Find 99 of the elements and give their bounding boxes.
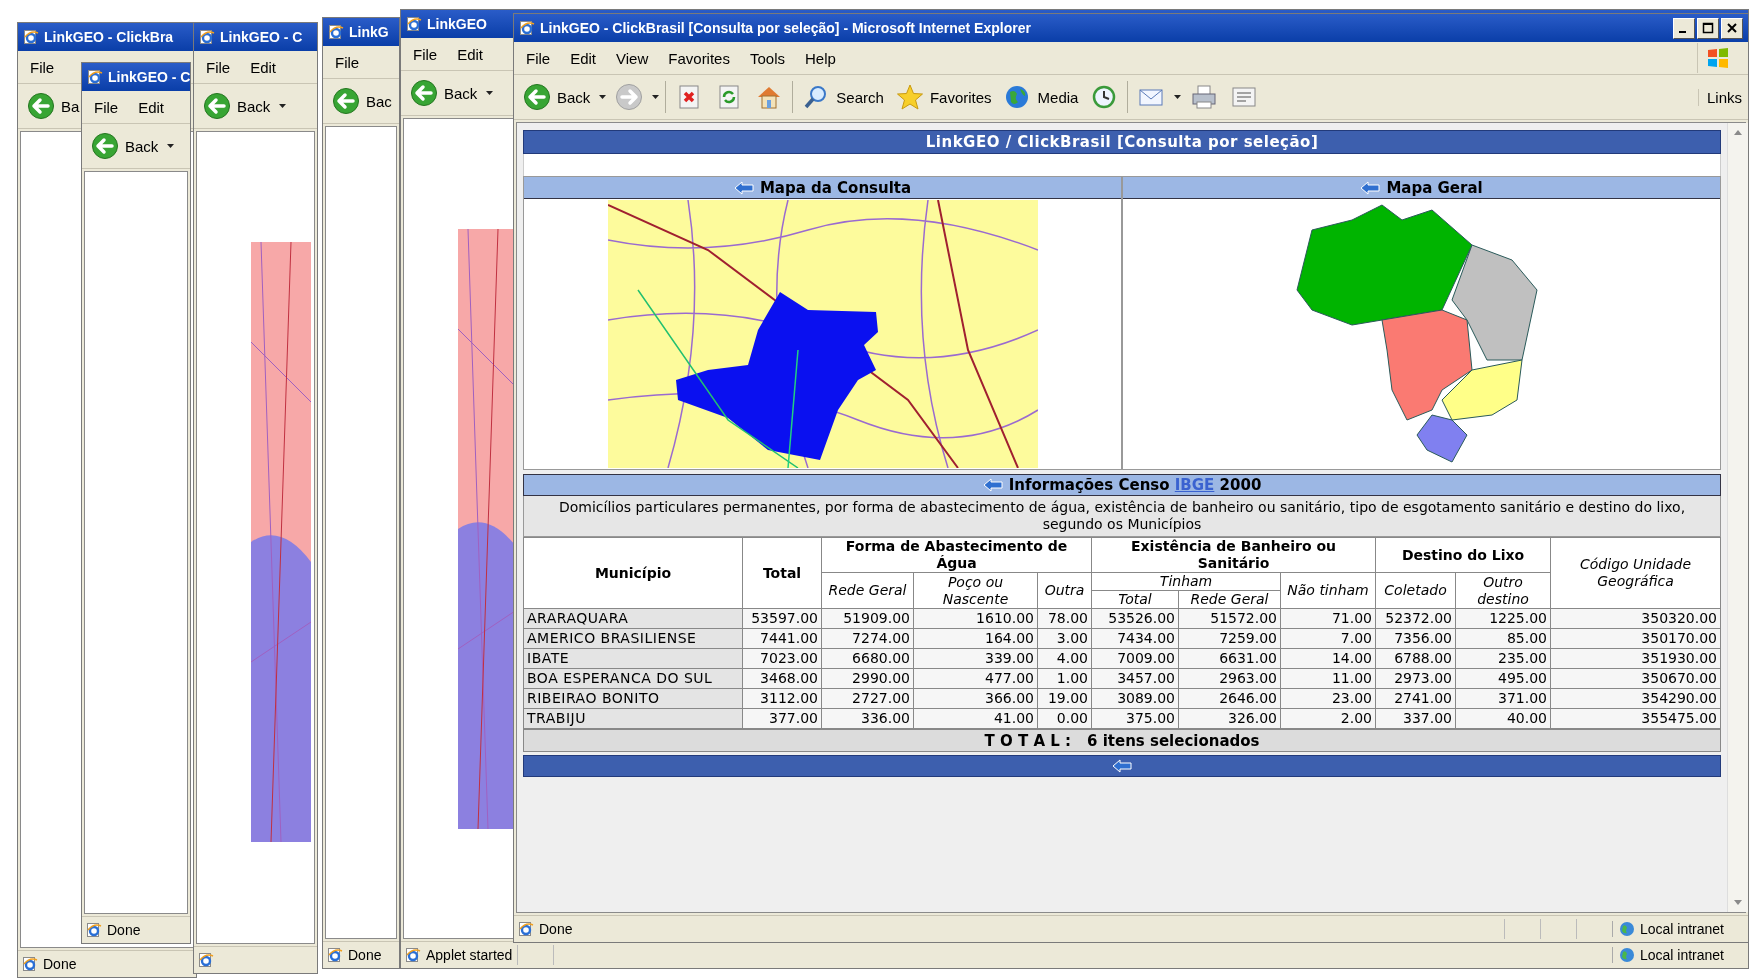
browser-icon (86, 922, 102, 938)
status-text: Applet started (426, 947, 513, 963)
browser-icon (87, 69, 103, 85)
browser-icon (23, 29, 39, 45)
browser-icon (22, 956, 38, 972)
column-header: Não tinham (1280, 572, 1376, 609)
table-cell: BOA ESPERANCA DO SUL (523, 668, 743, 689)
globe-icon (1618, 947, 1635, 963)
close-icon (1726, 22, 1738, 34)
back-button[interactable]: Back (520, 81, 594, 113)
table-cell: RIBEIRAO BONITO (523, 688, 743, 709)
status-text: Done (43, 956, 77, 972)
column-header: Rede Geral (821, 572, 914, 609)
caret-icon (279, 104, 287, 108)
left-arrow-icon (982, 478, 1003, 492)
panel-title: Mapa da Consulta (759, 178, 912, 197)
caret-icon (599, 95, 607, 99)
back-button[interactable]: Back (200, 90, 274, 122)
globe-icon (1618, 921, 1635, 937)
back-button[interactable]: Back (88, 130, 162, 162)
window-title: LinkGEO - C (108, 69, 190, 85)
column-header: Município (523, 537, 743, 609)
column-header: Outra (1037, 572, 1092, 609)
browser-icon (405, 947, 421, 963)
browser-icon (519, 20, 535, 36)
caret-icon (486, 91, 494, 95)
browser-icon (327, 947, 343, 963)
menu-item[interactable]: File (333, 51, 362, 73)
back-button[interactable]: Ba (24, 90, 83, 122)
column-header: Total (742, 537, 822, 609)
media-button[interactable]: Media (1000, 81, 1082, 113)
caret-icon (1174, 95, 1182, 99)
column-header: Coletado (1375, 572, 1456, 609)
favorites-button[interactable]: Favorites (892, 81, 995, 113)
menu-item[interactable]: View (614, 47, 651, 69)
maximize-button[interactable] (1697, 17, 1719, 39)
menu-item[interactable]: File (204, 56, 233, 78)
column-header: Forma de Abastecimento de Água (821, 537, 1092, 573)
zone-text: Local intranet (1639, 921, 1724, 937)
menu-item[interactable]: File (28, 56, 57, 78)
menu-item[interactable]: Edit (568, 47, 599, 69)
browser-icon (518, 921, 534, 937)
status-text: Done (107, 922, 141, 938)
window-title: LinkGEO - C (220, 29, 303, 45)
maximize-icon (1702, 22, 1714, 34)
menu-item[interactable]: Edit (455, 43, 486, 65)
menu-item[interactable]: File (92, 96, 121, 118)
browser-icon (198, 952, 214, 968)
window-title: LinkG (349, 24, 389, 40)
browser-icon (199, 29, 215, 45)
caret-icon (652, 95, 660, 99)
window-title: LinkGEO - ClickBra (44, 29, 174, 45)
back-button[interactable]: Back (407, 77, 481, 109)
table-cell: ARARAQUARA (523, 608, 743, 629)
left-arrow-icon (1112, 759, 1132, 773)
left-arrow-icon (733, 180, 754, 195)
menu-item[interactable]: Help (803, 47, 838, 69)
vertical-scrollbar[interactable] (1727, 123, 1748, 912)
window-title: LinkGEO (427, 16, 487, 32)
menu-item[interactable]: Tools (747, 47, 787, 69)
menu-item[interactable]: Edit (248, 56, 279, 78)
table-cell: TRABIJU (523, 708, 743, 729)
left-arrow-icon (1360, 180, 1381, 195)
menu-item[interactable]: Favorites (666, 47, 732, 69)
table-caption: Domicílios particulares permanentes, por forma de abastecimento de água, existência de banheiro ou sanitário, tipo de esgotamento sanitário e destino do lixo, segundo os Municípios (523, 496, 1722, 537)
total-label: T O T A L : (984, 731, 1071, 750)
minimize-button[interactable] (1673, 17, 1695, 39)
browser-icon (328, 24, 344, 40)
status-text: Done (348, 947, 382, 963)
browser-icon (406, 16, 422, 32)
window-title: LinkGEO - ClickBrasil [Consulta por seleção] - Microsoft Internet Explorer (540, 20, 1031, 36)
menu-item[interactable]: File (524, 47, 553, 69)
total-count: 6 itens selecionados (1087, 731, 1260, 750)
column-header: Existência de Banheiro ou Sanitário (1091, 537, 1376, 573)
star-icon (895, 83, 924, 111)
page-header: LinkGEO / ClickBrasil [Consulta por seleção] (523, 130, 1722, 154)
section-title: Informações Censo IBGE 2000 (1008, 476, 1262, 494)
caret-icon (167, 144, 175, 148)
column-header: Total (1091, 590, 1179, 609)
column-header: Destino do Lixo (1375, 537, 1551, 573)
search-button[interactable]: Search (799, 81, 887, 113)
column-header: Rede Geral (1178, 590, 1281, 609)
down-arrow-icon (1734, 900, 1743, 905)
column-header: Código Unidade Geográfica (1550, 537, 1721, 609)
zone-text: Local intranet (1639, 947, 1724, 963)
table-cell: AMERICO BRASILIENSE (523, 628, 743, 649)
column-header: Poço ou Nascente (913, 572, 1038, 609)
panel-title: Mapa Geral (1386, 178, 1483, 197)
menu-item[interactable]: File (411, 43, 440, 65)
minimize-icon (1679, 30, 1686, 33)
column-header: Tinham (1091, 572, 1281, 591)
table-cell: IBATE (523, 648, 743, 669)
status-text: Done (539, 921, 573, 937)
printer-icon (1190, 83, 1219, 111)
close-button[interactable] (1721, 17, 1743, 39)
up-arrow-icon (1734, 130, 1743, 135)
menu-item[interactable]: Edit (136, 96, 167, 118)
back-button[interactable]: Bac (329, 85, 395, 117)
links-button[interactable]: Links (1697, 88, 1742, 106)
